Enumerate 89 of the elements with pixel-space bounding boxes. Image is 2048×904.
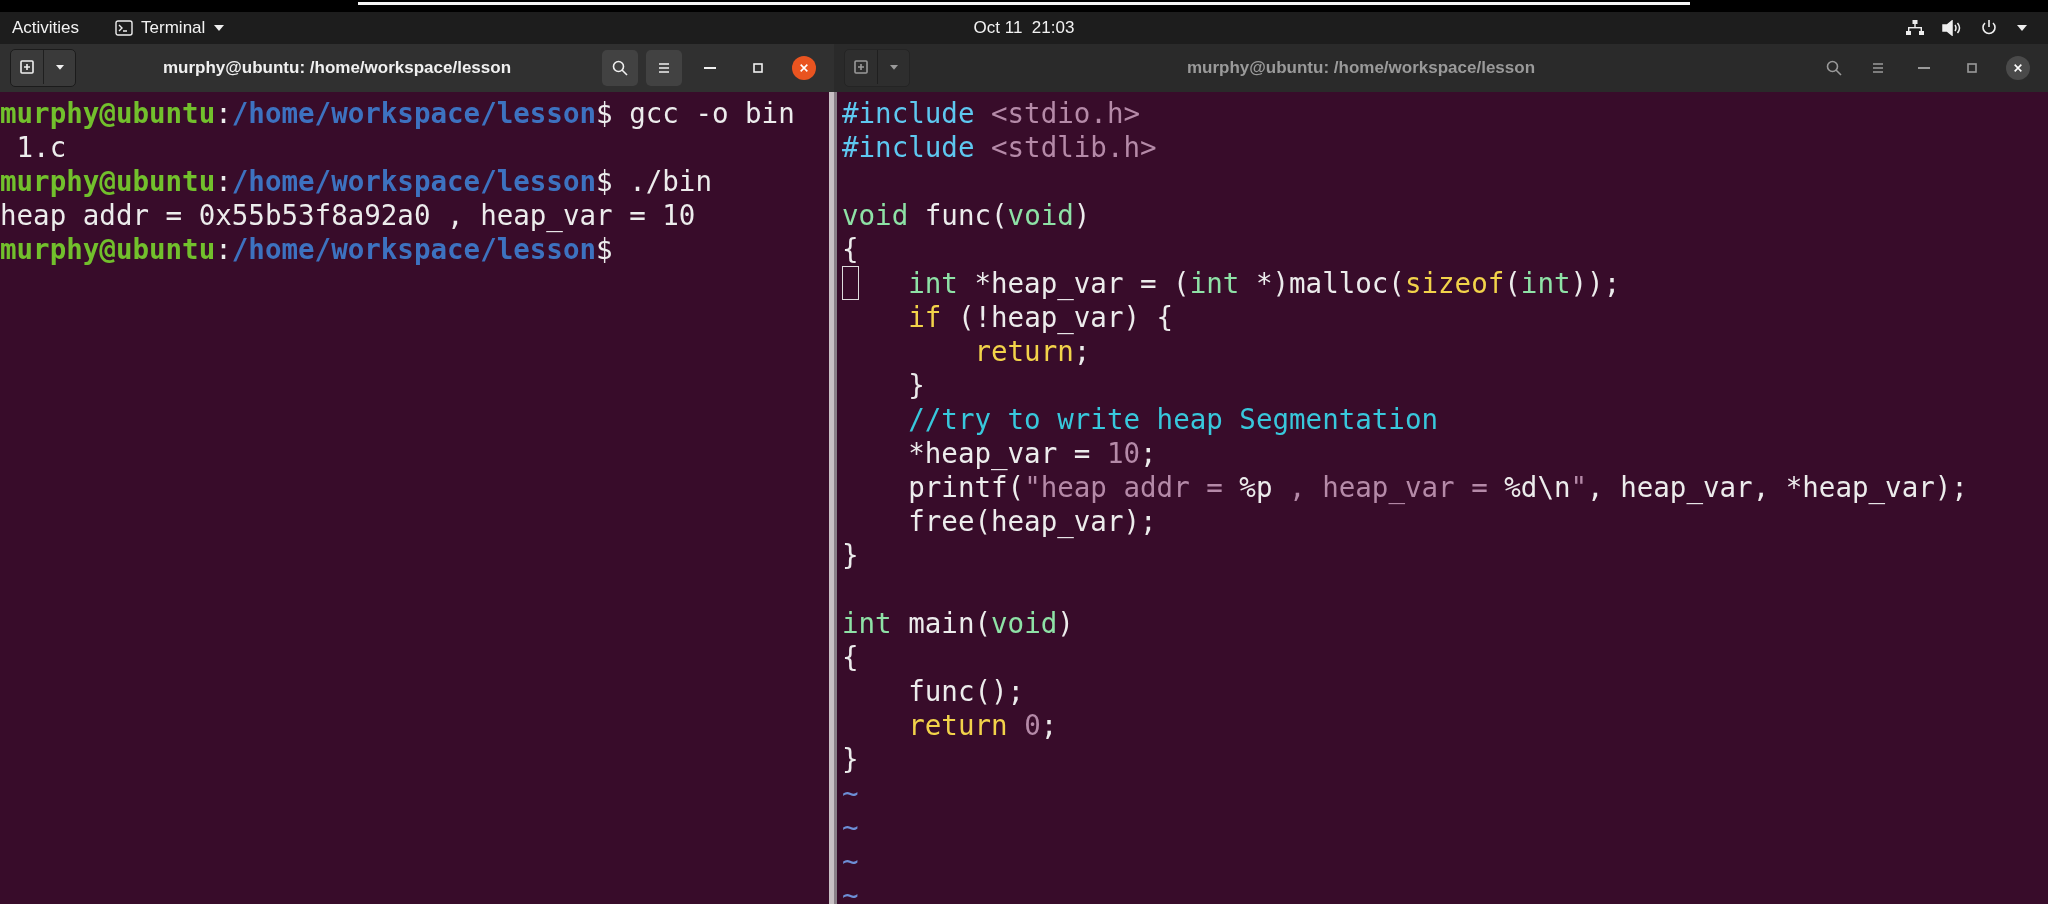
prompt-path: /home/workspace/lesson xyxy=(231,97,597,129)
code-text: : xyxy=(215,97,232,129)
code-text: printf( xyxy=(907,471,1025,503)
minimize-icon xyxy=(704,67,716,69)
caret-icon xyxy=(213,23,226,33)
code-text: main( xyxy=(907,607,991,639)
code-text: %d\n xyxy=(1504,471,1571,503)
code-text: func( xyxy=(923,199,1008,231)
code-text: { xyxy=(842,233,859,265)
code-text: *heap_var = ( xyxy=(973,267,1190,299)
code-text: ; xyxy=(1140,437,1157,469)
close-button[interactable] xyxy=(792,56,816,80)
prompt-user: murphy@ubuntu xyxy=(0,97,216,129)
code-text: , heap_var, *heap_var); xyxy=(1587,471,1968,503)
code-text: ) xyxy=(1073,199,1091,231)
terminal-icon xyxy=(115,20,134,36)
empty-line-marker: ~ xyxy=(842,811,859,843)
code-text: { xyxy=(842,641,859,673)
power-icon[interactable] xyxy=(1980,19,1998,37)
caret-icon[interactable] xyxy=(2016,23,2028,33)
network-icon[interactable] xyxy=(1906,20,1924,36)
activities-button[interactable]: Activities xyxy=(12,18,80,38)
empty-line-marker: ~ xyxy=(842,777,859,809)
empty-line-marker: ~ xyxy=(842,879,859,904)
code-text: )); xyxy=(1570,267,1621,299)
preprocessor-directive: #include xyxy=(842,97,975,129)
number-literal: 10 xyxy=(1106,437,1141,469)
menu-button[interactable] xyxy=(646,50,682,86)
code-text: $ xyxy=(596,233,613,265)
code-comment: //try to write heap Segmentation xyxy=(907,403,1439,435)
code-text: } xyxy=(842,539,859,571)
string-literal: , heap_var = xyxy=(1288,471,1489,503)
code-text: $ gcc -o bin xyxy=(596,97,795,129)
search-button[interactable] xyxy=(602,50,638,86)
type-keyword: int xyxy=(1520,267,1571,299)
code-text: func(); xyxy=(907,675,1025,707)
code-text: } xyxy=(907,369,925,401)
minimize-icon xyxy=(1918,67,1930,69)
new-tab-icon xyxy=(18,58,36,76)
new-tab-icon xyxy=(852,58,870,76)
type-keyword: int xyxy=(1189,267,1240,299)
code-text: } xyxy=(842,743,859,775)
code-text: heap addr = 0x55b53f8a92a0 , heap_var = 10 xyxy=(0,199,696,231)
keyword: if xyxy=(907,301,942,333)
maximize-icon xyxy=(1967,63,1977,73)
volume-icon[interactable] xyxy=(1942,20,1962,36)
close-button[interactable] xyxy=(2006,56,2030,80)
code-text: ; xyxy=(1073,335,1091,367)
code-text: *)malloc( xyxy=(1254,267,1405,299)
code-text: ( xyxy=(1504,267,1521,299)
code-text: *heap_var = xyxy=(907,437,1092,469)
close-icon xyxy=(2012,62,2024,74)
prompt-path: /home/workspace/lesson xyxy=(231,165,597,197)
clock[interactable]: Oct 11 21:03 xyxy=(973,18,1075,38)
window-title: murphy@ubuntu: /home/workspace/lesson xyxy=(161,58,513,78)
number-literal: 0 xyxy=(1023,709,1041,741)
preprocessor-directive: #include xyxy=(842,131,975,163)
type-keyword: void xyxy=(842,199,909,231)
empty-line-marker: ~ xyxy=(842,845,859,877)
string-literal: " xyxy=(1570,471,1588,503)
code-text: : xyxy=(215,165,232,197)
type-keyword: void xyxy=(991,607,1058,639)
code-text: free(heap_var); xyxy=(907,505,1157,537)
code-text: %p xyxy=(1239,471,1273,503)
prompt-user: murphy@ubuntu xyxy=(0,165,216,197)
maximize-icon xyxy=(753,63,763,73)
app-menu[interactable]: Terminal xyxy=(115,18,226,38)
code-text: ) xyxy=(1057,607,1074,639)
window-title: murphy@ubuntu: /home/workspace/lesson xyxy=(1185,58,1537,78)
type-keyword: void xyxy=(1007,199,1074,231)
string-literal: <stdio.h> xyxy=(990,97,1141,129)
type-keyword: int xyxy=(842,607,892,639)
code-text: (!heap_var) { xyxy=(956,301,1174,333)
search-icon xyxy=(1825,59,1843,77)
string-literal: <stdlib.h> xyxy=(990,131,1157,163)
code-text: $ ./bin xyxy=(596,165,712,197)
prompt-path: /home/workspace/lesson xyxy=(231,233,597,265)
prompt-user: murphy@ubuntu xyxy=(0,233,216,265)
keyword: return xyxy=(907,709,1008,741)
code-text: 1.c xyxy=(15,131,67,163)
search-icon xyxy=(611,59,629,77)
code-text: ; xyxy=(1040,709,1058,741)
type-keyword: int xyxy=(907,267,958,299)
code-text: : xyxy=(215,233,232,265)
keyword: return xyxy=(973,335,1074,367)
string-literal: "heap addr = xyxy=(1024,471,1224,503)
close-icon xyxy=(798,62,810,74)
text-cursor xyxy=(842,266,859,300)
keyword: sizeof xyxy=(1404,267,1505,299)
